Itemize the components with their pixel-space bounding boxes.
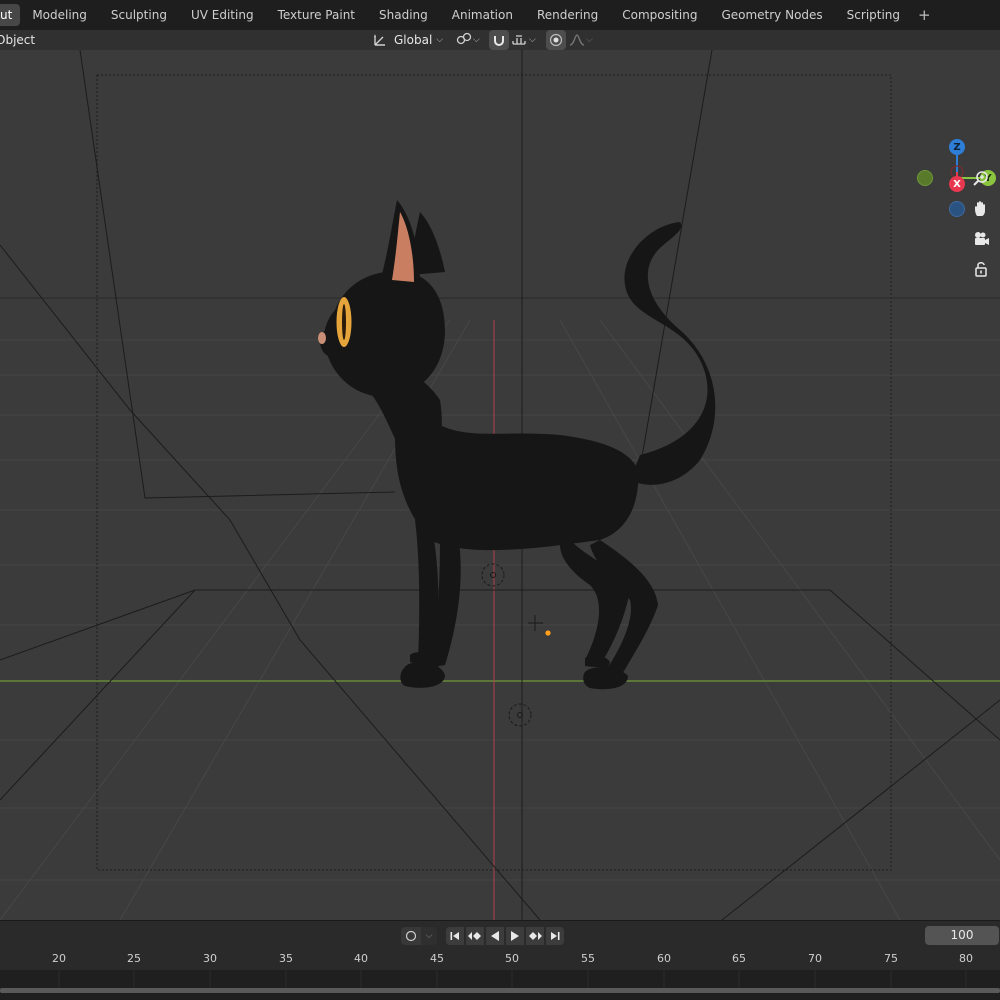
auto-keying-toggle[interactable] — [401, 927, 421, 945]
ruler-tick: 75 — [884, 952, 898, 965]
ruler-tick: 20 — [52, 952, 66, 965]
keying-dropdown[interactable]: ⌵ — [421, 927, 437, 945]
timeline-scrollbar[interactable] — [0, 988, 1000, 993]
gizmo-z-axis[interactable]: Z — [949, 139, 965, 155]
tab-modeling[interactable]: Modeling — [20, 4, 99, 26]
falloff-curve-icon — [569, 34, 585, 46]
tab-geometry-nodes[interactable]: Geometry Nodes — [709, 4, 834, 26]
tab-shading[interactable]: Shading — [367, 4, 440, 26]
timeline-area[interactable] — [0, 970, 1000, 1000]
ruler-tick: 25 — [127, 952, 141, 965]
pan-hand-icon — [975, 201, 985, 216]
orientation-icon — [370, 33, 390, 47]
cat-nose — [318, 332, 326, 344]
snap-target-dropdown[interactable]: ⌵ — [510, 30, 542, 50]
proportional-editing-toggle[interactable] — [546, 30, 566, 50]
snap-toggle[interactable] — [489, 30, 509, 50]
magnet-icon — [494, 36, 504, 46]
ruler-tick: 40 — [354, 952, 368, 965]
play-button[interactable] — [506, 927, 524, 945]
play-reverse-icon — [491, 931, 499, 941]
ruler-tick: 50 — [505, 952, 519, 965]
add-workspace-button[interactable]: + — [912, 6, 937, 24]
timeline-header: ⌵ 100 — [0, 920, 1000, 949]
light-marker-1 — [481, 563, 505, 587]
ruler-tick: 45 — [430, 952, 444, 965]
workspace-tab-bar: ut Modeling Sculpting UV Editing Texture… — [0, 0, 1000, 30]
pivot-icon — [456, 32, 472, 49]
play-icon — [511, 931, 519, 941]
lock-icon — [975, 262, 987, 277]
next-keyframe-icon — [529, 932, 542, 940]
zoom-icon — [973, 171, 988, 186]
prev-keyframe-icon — [468, 932, 481, 940]
tab-sculpting[interactable]: Sculpting — [99, 4, 179, 26]
jump-to-end-button[interactable] — [546, 927, 564, 945]
ruler-tick: 70 — [808, 952, 822, 965]
object-origin-dot — [545, 630, 551, 636]
ruler-tick: 60 — [657, 952, 671, 965]
chevron-down-icon: ⌵ — [436, 35, 444, 45]
record-icon — [405, 930, 417, 942]
pan-button[interactable] — [972, 200, 998, 226]
falloff-dropdown[interactable]: ⌵ — [567, 30, 597, 50]
gizmo-neg-y-axis[interactable] — [917, 170, 933, 186]
tab-texture-paint[interactable]: Texture Paint — [266, 4, 367, 26]
tab-layout[interactable]: ut — [0, 4, 21, 26]
object-mode-dropdown[interactable]: Object — [0, 31, 35, 49]
camera-view-button[interactable] — [972, 230, 998, 256]
jump-to-start-button[interactable] — [446, 927, 464, 945]
ruler-tick: 35 — [279, 952, 293, 965]
floor-grid-diagonals — [0, 319, 1000, 920]
ruler-tick: 30 — [203, 952, 217, 965]
chevron-down-icon: ⌵ — [586, 35, 593, 45]
current-frame-field[interactable]: 100 — [925, 926, 999, 945]
cat-model — [320, 200, 716, 690]
ruler-tick: 65 — [732, 952, 746, 965]
chevron-down-icon: ⌵ — [473, 35, 480, 45]
jump-start-icon — [450, 932, 459, 940]
gizmo-x-axis[interactable]: X — [949, 176, 965, 192]
lock-camera-button[interactable] — [972, 260, 998, 286]
timeline-gridlines — [58, 970, 967, 988]
tab-scripting[interactable]: Scripting — [835, 4, 912, 26]
timeline-ruler[interactable]: 20 25 30 35 40 45 50 55 60 65 70 75 80 — [0, 948, 1000, 970]
ruler-tick: 55 — [581, 952, 595, 965]
viewport-scene — [0, 50, 1000, 920]
next-keyframe-button[interactable] — [526, 927, 544, 945]
transform-orientation-dropdown[interactable]: Global ⌵ — [370, 30, 448, 50]
tab-rendering[interactable]: Rendering — [525, 4, 610, 26]
tab-compositing[interactable]: Compositing — [610, 4, 709, 26]
floor-grid — [0, 339, 1000, 881]
pivot-point-dropdown[interactable]: ⌵ — [453, 30, 485, 50]
jump-end-icon — [551, 932, 560, 940]
previous-keyframe-button[interactable] — [466, 927, 484, 945]
tab-uv-editing[interactable]: UV Editing — [179, 4, 266, 26]
cat-pupil — [342, 304, 346, 340]
ruler-tick: 80 — [959, 952, 973, 965]
snap-increment-icon — [512, 35, 526, 45]
play-reverse-button[interactable] — [486, 927, 504, 945]
zoom-button[interactable] — [972, 170, 998, 196]
tab-animation[interactable]: Animation — [440, 4, 525, 26]
3d-viewport[interactable]: Z Y X — [0, 50, 1000, 920]
viewport-header: Object Global ⌵ ⌵ ⌵ ⌵ — [0, 30, 1000, 50]
camera-view-icon — [975, 232, 989, 245]
proportional-edit-icon — [549, 33, 563, 47]
3d-cursor — [528, 615, 543, 631]
gizmo-neg-z-axis[interactable] — [949, 201, 965, 217]
orientation-label: Global — [394, 33, 433, 47]
chevron-down-icon: ⌵ — [529, 35, 536, 45]
light-marker-2 — [508, 703, 532, 727]
